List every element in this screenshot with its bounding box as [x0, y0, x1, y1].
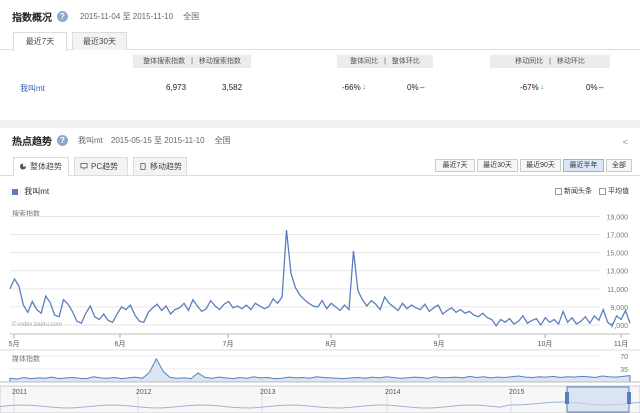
overall-change-header: 整体同比 | 整体环比 — [337, 55, 433, 68]
panel-gap — [0, 120, 640, 128]
overview-header: 指数概况 ? 2015-11-04 至 2015-11-10 全国 — [0, 0, 640, 32]
help-icon[interactable]: ? — [57, 135, 68, 146]
trend-date-range: 2015-05-15 至 2015-11-10 — [110, 136, 205, 145]
y-tick-label: 11,000 — [607, 287, 628, 294]
tab-last-30-days[interactable]: 最近30天 — [72, 32, 127, 50]
range-30-days[interactable]: 最近30天 — [477, 159, 518, 172]
header-overall-yoy: 整体同比 — [350, 58, 379, 65]
overview-date-range: 2015-11-04 至 2015-11-10 — [80, 11, 174, 21]
overview-tabbar: 最近7天 最近30天 — [0, 32, 640, 51]
x-tick-label: 11月 — [614, 340, 628, 348]
down-arrow-icon: ↓ — [362, 82, 366, 91]
x-tick-label: 5月 — [9, 340, 20, 348]
overview-panel: 指数概况 ? 2015-11-04 至 2015-11-10 全国 最近7天 最… — [0, 0, 640, 120]
legend[interactable]: 我叫mt — [12, 186, 49, 197]
mobile-change-header: 移动同比 | 移动环比 — [490, 55, 610, 68]
navigator-left-handle[interactable] — [565, 392, 569, 404]
toggle-average-label: 平均值 — [608, 188, 629, 195]
trend-region: 全国 — [214, 136, 231, 145]
range-7-days[interactable]: 最近7天 — [435, 159, 475, 172]
navigator-year-label: 2013 — [260, 389, 276, 396]
down-arrow-icon: ↓ — [540, 82, 544, 91]
tab-overall-trend-label: 整体趋势 — [30, 162, 62, 171]
tab-last-7-days[interactable]: 最近7天 — [13, 32, 67, 51]
x-tick-label: 6月 — [115, 340, 126, 348]
trend-tabbar — [0, 175, 640, 176]
overall-search-header: 整体搜索指数 | 移动搜索指数 — [133, 55, 251, 68]
navigator-track — [0, 385, 640, 413]
media-axis-label: 媒体指数 — [12, 356, 40, 363]
checkbox-icon[interactable] — [555, 187, 562, 195]
share-icon[interactable]: < — [623, 137, 628, 147]
navigator-year-label: 2014 — [385, 389, 401, 396]
y-tick-label: 13,000 — [607, 269, 629, 276]
pie-chart-icon — [19, 163, 27, 170]
mobile-mom-value: 0% — [586, 83, 598, 92]
dash: – — [420, 83, 425, 92]
header-mobile-search: 移动搜索指数 — [198, 58, 241, 65]
checkbox-icon[interactable] — [599, 187, 606, 195]
tab-overall-trend[interactable]: 整体趋势 — [13, 157, 69, 176]
header-overall-mom: 整体环比 — [391, 58, 420, 65]
phone-icon — [140, 163, 146, 170]
tab-pc-trend[interactable]: PC趋势 — [74, 157, 128, 175]
x-tick-label: 9月 — [434, 340, 445, 348]
trend-keyword: 我叫mt — [78, 136, 103, 145]
watermark: © index.baidu.com — [12, 322, 62, 328]
toggle-news[interactable]: 新闻头条 — [555, 186, 592, 196]
navigator-selection — [566, 386, 630, 413]
media-y-tick-label: 70 — [620, 354, 628, 361]
navigator-year-label: 2015 — [509, 389, 525, 396]
x-tick-label: 10月 — [538, 340, 553, 348]
series-line-search-index — [9, 230, 631, 328]
header-separator: | — [549, 58, 551, 65]
media-y-tick-label: 35 — [620, 367, 628, 374]
tab-mobile-trend-label: 移动趋势 — [150, 162, 182, 171]
toggle-average[interactable]: 平均值 — [599, 186, 629, 196]
navigator-right-handle[interactable] — [627, 392, 631, 404]
legend-label: 我叫mt — [24, 187, 50, 196]
series-area-media-index — [9, 357, 631, 383]
overview-title: 指数概况 — [12, 12, 52, 24]
overall-yoy-value: -66% — [342, 83, 361, 92]
dash: – — [599, 83, 604, 92]
navigator-year-label: 2012 — [136, 389, 152, 396]
x-tick-label: 8月 — [326, 340, 337, 348]
tab-mobile-trend[interactable]: 移动趋势 — [133, 157, 187, 175]
tab-pc-trend-label: PC趋势 — [91, 162, 119, 171]
search-index-chart[interactable]: 19,00017,00015,00013,00011,0009,0007,000… — [0, 200, 640, 413]
monitor-icon — [80, 163, 88, 170]
y-tick-label: 17,000 — [607, 233, 629, 240]
mobile-search-value: 3,582 — [222, 83, 243, 92]
x-tick-label: 7月 — [223, 340, 234, 348]
header-mobile-mom: 移动环比 — [556, 58, 585, 65]
mobile-yoy-value: -67% — [520, 83, 539, 92]
toggle-news-label: 新闻头条 — [564, 188, 592, 195]
overview-region: 全国 — [183, 11, 200, 21]
keyword-link[interactable]: 我叫mt — [20, 83, 45, 94]
header-separator: | — [191, 58, 193, 65]
header-separator: | — [384, 58, 386, 65]
trend-title: 热点趋势 — [12, 137, 52, 148]
y-tick-label: 19,000 — [607, 215, 629, 222]
navigator-year-label: 2011 — [12, 389, 27, 396]
overall-search-value: 6,973 — [166, 83, 187, 92]
y-tick-label: 15,000 — [607, 251, 629, 258]
trend-header: 热点趋势 ? 我叫mt 2015-05-15 至 2015-11-10 全国 — [0, 128, 640, 153]
legend-swatch — [12, 188, 18, 195]
range-half-year[interactable]: 最近半年 — [563, 159, 604, 172]
range-90-days[interactable]: 最近90天 — [520, 159, 561, 172]
overall-mom-value: 0% — [407, 83, 419, 92]
range-all[interactable]: 全部 — [606, 159, 632, 172]
header-overall-search: 整体搜索指数 — [143, 58, 186, 65]
help-icon[interactable]: ? — [57, 10, 68, 22]
header-mobile-yoy: 移动同比 — [515, 58, 544, 65]
